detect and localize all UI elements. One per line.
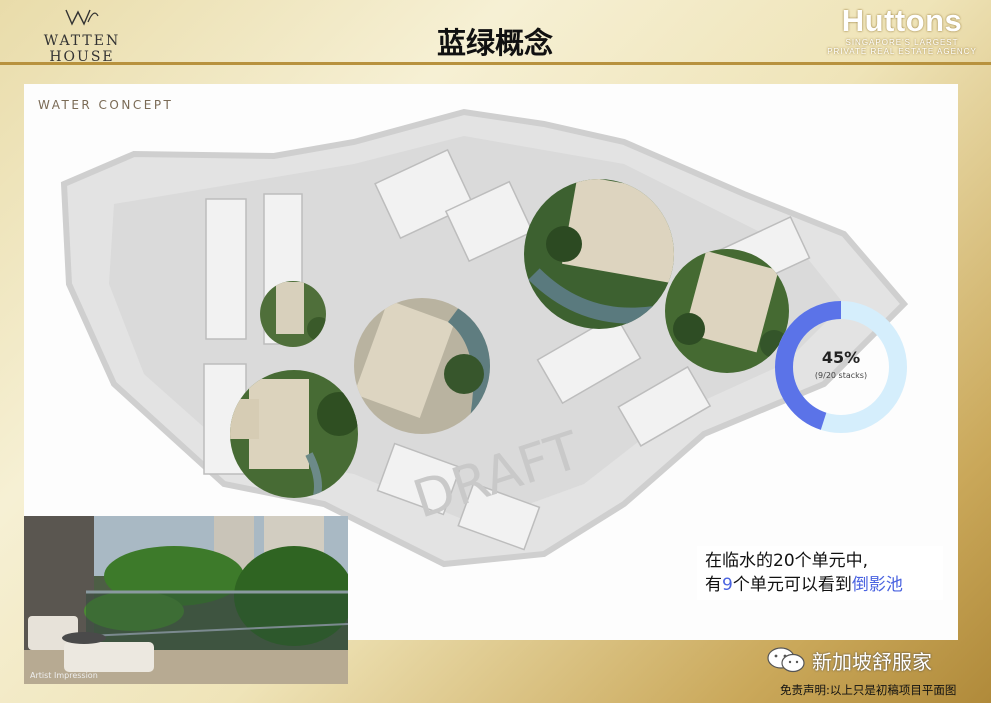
brand-name: WATTEN HOUSE [43,33,121,65]
artist-impression-photo: Artist Impression [24,516,348,684]
header: WATTEN HOUSE 蓝绿概念 Huttons SINGAPORE'S LA… [0,0,991,66]
logo-mark-icon [65,9,99,26]
page-title: 蓝绿概念 [436,26,553,60]
waterfront-circle-5 [665,249,789,373]
wechat-account-name: 新加坡舒服家 [812,650,932,674]
huttons-logo: Huttons SINGAPORE'S LARGEST PRIVATE REAL… [827,3,977,57]
note-line-2-mid: 个单元可以看到 [732,575,852,595]
donut-label: 45% (9/20 stacks) [772,348,910,380]
water-concept-label: WATER CONCEPT [38,98,174,112]
header-divider [0,62,991,65]
agency-tagline-1: SINGAPORE'S LARGEST [845,38,959,47]
wechat-icon [767,647,805,673]
waterfront-note: 在临水的20个单元中, 有9个单元可以看到倒影池 [697,546,943,600]
note-reflection-pool: 倒影池 [851,575,903,595]
donut-percent: 45% [821,348,861,367]
note-line-2-pre: 有 [705,575,722,595]
note-line-1: 在临水的20个单元中, [705,551,869,571]
wechat-account: 新加坡舒服家 [766,643,981,675]
agency-tagline-2: PRIVATE REAL ESTATE AGENCY [827,47,977,56]
donut-detail: (9/20 stacks) [814,371,868,380]
disclaimer-text: 免责声明:以上只是初稿项目平面图 [780,683,957,697]
note-line-2: 有9个单元可以看到倒影池 [705,573,935,597]
photo-caption: Artist Impression [30,671,98,680]
balcony-garden-image [24,516,348,684]
waterfront-circle-3 [354,298,490,434]
agency-name: Huttons [841,3,963,38]
watten-house-logo: WATTEN HOUSE [12,6,152,65]
note-units-count: 9 [722,575,733,595]
